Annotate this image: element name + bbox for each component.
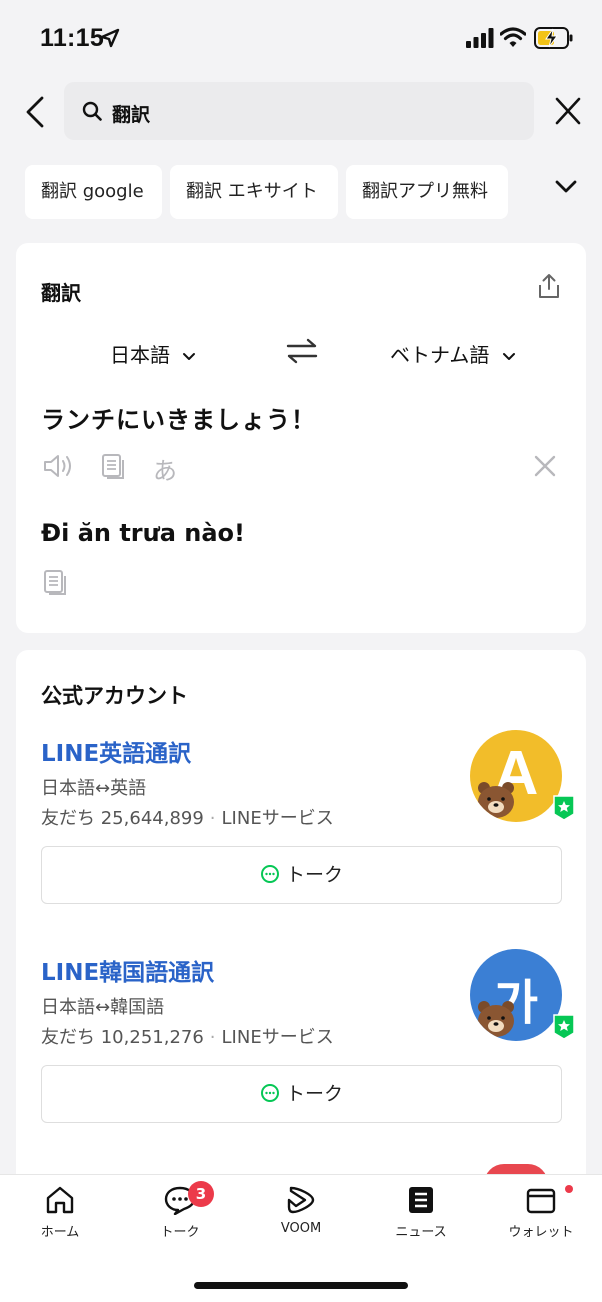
talk-button-label: トーク xyxy=(285,864,343,886)
hiragana-reading-icon[interactable]: あ xyxy=(153,451,177,486)
verified-badge-icon xyxy=(553,1014,575,1040)
chevron-down-icon xyxy=(502,352,515,360)
close-icon[interactable] xyxy=(552,94,584,128)
service-label: LINEサービス xyxy=(221,808,334,829)
nav-label: ニュース xyxy=(395,1225,447,1240)
status-bar: 11:15 xyxy=(0,0,602,78)
chat-bubble-icon xyxy=(260,865,279,883)
location-arrow-icon xyxy=(100,28,120,48)
chevron-down-icon xyxy=(183,352,196,360)
nav-label: ホーム xyxy=(40,1225,80,1240)
account-description: 日本語↔韓国語 xyxy=(41,997,165,1018)
account-name[interactable]: LINE韓国語通訳 xyxy=(41,953,214,987)
target-language-label: ベトナム語 xyxy=(390,343,490,367)
account-description: 日本語↔英語 xyxy=(41,778,147,799)
nav-talk[interactable]: 3 トーク xyxy=(130,1181,230,1251)
share-icon[interactable] xyxy=(538,273,560,299)
unread-badge: 3 xyxy=(188,1181,214,1207)
nav-label: トーク xyxy=(160,1225,200,1240)
nav-home[interactable]: ホーム xyxy=(10,1185,110,1251)
wallet-icon xyxy=(526,1188,556,1214)
translated-text: Đi ăn trưa nào! xyxy=(41,519,245,547)
friends-label: 友だち xyxy=(41,808,95,829)
search-icon xyxy=(82,101,102,121)
search-input[interactable]: 翻訳 xyxy=(64,82,534,140)
speaker-icon[interactable] xyxy=(43,453,75,479)
voom-icon xyxy=(287,1186,315,1214)
translator-title: 翻訳 xyxy=(41,281,81,305)
chevron-down-icon[interactable] xyxy=(555,179,577,195)
account-meta: 友だち 25,644,899 · LINEサービス xyxy=(41,808,334,829)
source-text[interactable]: ランチにいきましょう！ xyxy=(41,400,316,435)
brown-bear-icon xyxy=(478,782,514,818)
home-icon xyxy=(46,1186,74,1214)
suggestion-chip[interactable]: 翻訳 google xyxy=(25,165,162,219)
notification-dot xyxy=(565,1185,573,1193)
suggestion-chips: 翻訳 google 翻訳 エキサイト 翻訳アプリ無料 xyxy=(25,165,585,219)
avatar[interactable]: A xyxy=(470,730,562,822)
source-language-dropdown[interactable]: 日本語 xyxy=(110,339,196,368)
talk-button[interactable]: トーク xyxy=(41,846,562,904)
service-label: LINEサービス xyxy=(221,1027,334,1048)
source-language-label: 日本語 xyxy=(110,343,170,367)
nav-news[interactable]: ニュース xyxy=(371,1185,471,1251)
source-tools: あ xyxy=(41,451,561,486)
status-time: 11:15 xyxy=(40,24,105,52)
target-language-dropdown[interactable]: ベトナム語 xyxy=(390,339,516,368)
official-accounts-card: 公式アカウント LINE英語通訳 日本語↔英語 友だち 25,644,899 · L… xyxy=(16,650,586,1210)
suggestion-chip[interactable]: 翻訳 エキサイト xyxy=(170,165,338,219)
talk-button-label: トーク xyxy=(285,1083,343,1105)
news-icon xyxy=(409,1187,433,1213)
swap-languages-icon[interactable] xyxy=(286,337,318,365)
nav-label: ウォレット xyxy=(508,1225,574,1240)
friends-label: 友だち xyxy=(41,1027,95,1048)
copy-icon[interactable] xyxy=(43,569,69,597)
copy-icon[interactable] xyxy=(101,453,127,481)
cellular-signal-icon xyxy=(466,28,494,48)
search-query: 翻訳 xyxy=(112,104,151,126)
suggestion-chip[interactable]: 翻訳アプリ無料 xyxy=(346,165,508,219)
chat-bubble-icon xyxy=(260,1084,279,1102)
battery-charging-icon xyxy=(534,27,573,49)
account-meta: 友だち 10,251,276 · LINEサービス xyxy=(41,1027,334,1048)
search-header: 翻訳 xyxy=(0,82,602,140)
nav-wallet[interactable]: ウォレット xyxy=(491,1185,591,1251)
home-indicator xyxy=(194,1282,408,1289)
friends-count: 10,251,276 xyxy=(100,1027,204,1048)
avatar[interactable]: 가 xyxy=(470,949,562,1041)
talk-button[interactable]: トーク xyxy=(41,1065,562,1123)
verified-badge-icon xyxy=(553,795,575,821)
section-heading: 公式アカウント xyxy=(41,684,188,708)
nav-voom[interactable]: VOOM xyxy=(251,1185,351,1251)
back-button[interactable] xyxy=(20,94,50,130)
nav-label: VOOM xyxy=(280,1221,322,1236)
wifi-icon xyxy=(500,27,526,47)
clear-icon[interactable] xyxy=(533,454,557,478)
language-selector: 日本語 ベトナム語 xyxy=(16,335,586,371)
translator-card: 翻訳 日本語 ベトナム語 ランチにいきましょう！ あ Đi ăn trưa nà… xyxy=(16,243,586,633)
brown-bear-icon xyxy=(478,1001,514,1037)
account-name[interactable]: LINE英語通訳 xyxy=(41,734,191,768)
friends-count: 25,644,899 xyxy=(100,808,204,829)
